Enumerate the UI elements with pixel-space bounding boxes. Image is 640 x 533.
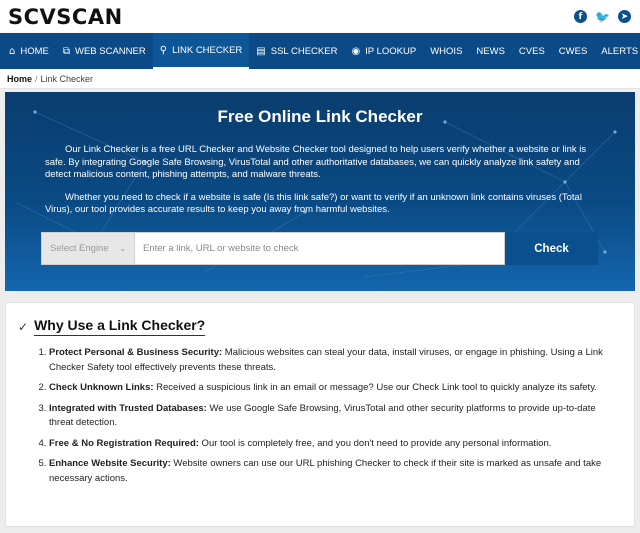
nav-home[interactable]: ⌂ HOME — [2, 33, 56, 69]
breadcrumb-current: Link Checker — [40, 73, 94, 84]
breadcrumb-home[interactable]: Home — [7, 74, 32, 84]
nav-label: WHOIS — [430, 45, 463, 57]
nav-label: CWES — [558, 45, 588, 57]
link-check-form: Select Engine ⌄ Enter a link, URL or web… — [41, 232, 598, 265]
twitter-icon[interactable]: 🐦 — [595, 10, 610, 24]
section-title: Why Use a Link Checker? — [34, 317, 206, 336]
nav-ip-lookup[interactable]: ◉ IP LOOKUP — [344, 33, 423, 69]
social-links: f 🐦 ➤ — [574, 10, 631, 24]
list-item: Protect Personal & Business Security: Ma… — [49, 346, 622, 375]
list-item-heading: Protect Personal & Business Security: — [49, 347, 223, 358]
page-title: Free Online Link Checker — [217, 107, 423, 126]
nav-label: WEB SCANNER — [75, 45, 146, 57]
hero-banner: Free Online Link Checker Our Link Checke… — [5, 92, 635, 291]
list-item: Check Unknown Links: Received a suspicio… — [49, 381, 622, 396]
home-icon: ⌂ — [9, 45, 16, 57]
scanner-icon: ⧉ — [62, 45, 70, 57]
nav-label: LINK CHECKER — [172, 44, 243, 56]
list-item-text: Received a suspicious link in an email o… — [153, 382, 597, 393]
intro-paragraph-2: Whether you need to check if a website i… — [45, 191, 582, 216]
telegram-icon[interactable]: ➤ — [618, 10, 631, 23]
nav-link-checker[interactable]: ⚲ LINK CHECKER — [152, 33, 250, 69]
list-item-heading: Check Unknown Links: — [49, 382, 154, 393]
url-input[interactable]: Enter a link, URL or website to check — [135, 232, 505, 265]
breadcrumb-separator: / — [35, 73, 38, 84]
list-item-heading: Integrated with Trusted Databases: — [49, 402, 207, 414]
main-nav: ⌂ HOME ⧉ WEB SCANNER ⚲ LINK CHECKER ▤ SSL CH… — [0, 33, 640, 69]
nav-news[interactable]: NEWS — [469, 33, 512, 69]
section-heading: ✓ Why Use a Link Checker? — [18, 317, 206, 336]
nav-label: HOME — [20, 45, 49, 57]
why-use-card: ✓ Why Use a Link Checker? Protect Person… — [5, 302, 635, 527]
nav-label: CVES — [518, 45, 545, 57]
nav-label: IP LOOKUP — [365, 45, 417, 57]
list-item: Integrated with Trusted Databases: We us… — [49, 402, 622, 431]
nav-label: SSL CHECKER — [270, 45, 338, 57]
nav-cves[interactable]: CVES — [512, 33, 552, 69]
search-icon: ⚲ — [159, 44, 168, 56]
site-logo[interactable]: SCVSCAN — [8, 5, 123, 29]
certificate-icon: ▤ — [256, 45, 266, 57]
list-item-heading: Enhance Website Security: — [49, 458, 171, 469]
nav-ssl-checker[interactable]: ▤ SSL CHECKER — [249, 33, 344, 69]
nav-cwes[interactable]: CWES — [552, 33, 595, 69]
facebook-icon[interactable]: f — [574, 10, 587, 23]
engine-select[interactable]: Select Engine ⌄ — [41, 232, 135, 265]
nav-web-scanner[interactable]: ⧉ WEB SCANNER — [56, 33, 153, 69]
engine-select-placeholder: Select Engine — [50, 243, 109, 254]
list-item: Enhance Website Security: Website owners… — [49, 457, 622, 486]
list-item: Free & No Registration Required: Our too… — [49, 437, 622, 452]
chevron-down-icon: ⌄ — [119, 244, 126, 253]
intro-paragraph: Our Link Checker is a free URL Checker a… — [45, 144, 587, 181]
top-bar: SCVSCAN f 🐦 ➤ — [0, 0, 640, 33]
nav-label: NEWS — [476, 45, 505, 57]
list-item-heading: Free & No Registration Required: — [49, 437, 199, 449]
location-pin-icon: ◉ — [351, 45, 361, 57]
checkmark-icon: ✓ — [18, 319, 29, 334]
nav-label: ALERTS — [601, 45, 639, 57]
nav-alerts[interactable]: ALERTS — [594, 33, 640, 69]
breadcrumb: Home / Link Checker — [0, 69, 640, 89]
check-button[interactable]: Check — [505, 232, 598, 265]
list-item-text: Our tool is completely free, and you don… — [198, 437, 552, 449]
nav-whois[interactable]: WHOIS — [423, 33, 469, 69]
benefits-list: Protect Personal & Business Security: Ma… — [36, 346, 622, 492]
